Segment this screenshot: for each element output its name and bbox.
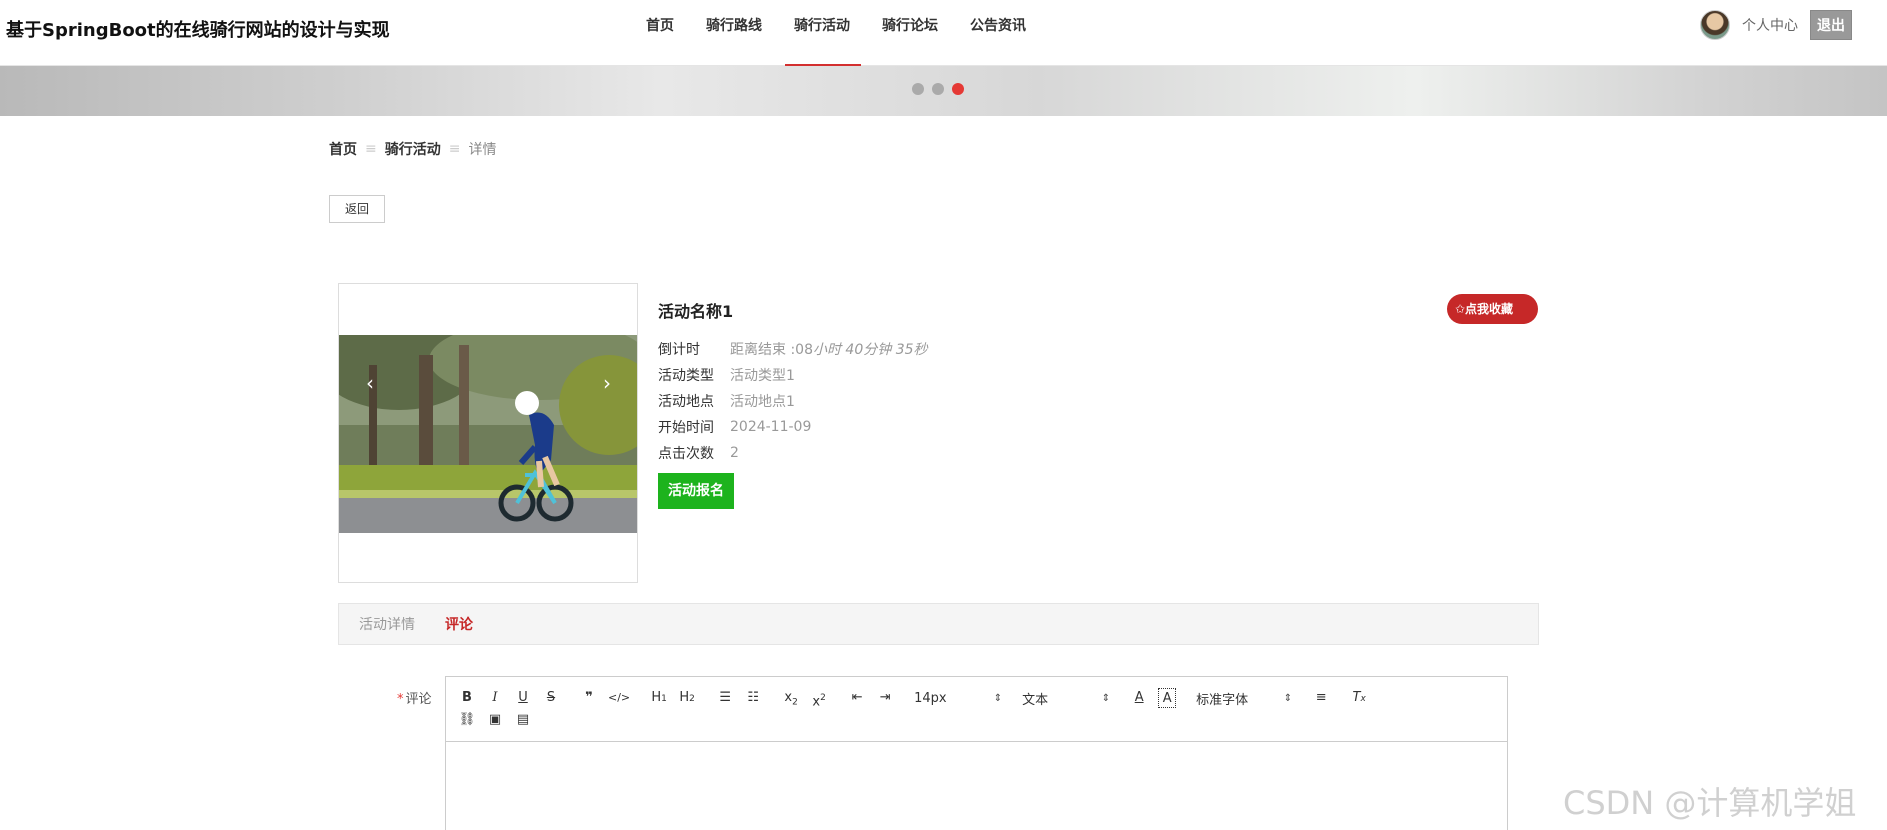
chevron-left-icon[interactable]: ‹ xyxy=(361,372,379,394)
banner-carousel xyxy=(0,66,1887,116)
nav-item-forum[interactable]: 骑行论坛 xyxy=(866,0,954,66)
click-count-value: 2 xyxy=(730,445,739,461)
font-size-select[interactable]: 14px ⇕ xyxy=(914,691,1002,706)
toolbar-row-1: B I U S ❞ </> H1 H2 ☰ ☷ x2 x2 ⇤ ⇥ 14px ⇕ … xyxy=(458,687,1495,709)
background-color-icon[interactable]: A xyxy=(1158,688,1177,708)
user-center-link[interactable]: 个人中心 xyxy=(1742,15,1798,35)
editor-toolbar: B I U S ❞ </> H1 H2 ☰ ☷ x2 x2 ⇤ ⇥ 14px ⇕ … xyxy=(446,677,1507,742)
strikethrough-icon[interactable]: S xyxy=(542,688,560,708)
carousel-dot[interactable] xyxy=(912,83,924,95)
required-mark: * xyxy=(397,692,404,707)
activity-attributes: 倒计时 距离结束 :08 小时 40分钟 35秒 活动类型 活动类型1 活动地点… xyxy=(658,336,1538,466)
comment-label: * 评论 xyxy=(397,688,432,707)
comment-label-text: 评论 xyxy=(405,692,432,707)
heading-2-icon[interactable]: H2 xyxy=(678,688,696,708)
link-icon[interactable]: ⛓ xyxy=(458,710,476,730)
nav-item-routes[interactable]: 骑行路线 xyxy=(690,0,778,66)
activity-type-value: 活动类型1 xyxy=(730,368,795,384)
font-size-value: 14px xyxy=(914,690,947,706)
nav-item-notices[interactable]: 公告资讯 xyxy=(954,0,1042,66)
font-family-value: 标准字体 xyxy=(1196,692,1249,708)
bold-icon[interactable]: B xyxy=(458,688,476,708)
activity-location-value: 活动地点1 xyxy=(730,394,795,410)
comment-rich-text-editor: B I U S ❞ </> H1 H2 ☰ ☷ x2 x2 ⇤ ⇥ 14px ⇕ … xyxy=(445,676,1508,830)
breadcrumb-current: 详情 xyxy=(468,142,497,158)
breadcrumb-activities[interactable]: 骑行活动 xyxy=(385,139,441,159)
italic-icon[interactable]: I xyxy=(486,688,504,708)
start-time-value: 2024-11-09 xyxy=(730,419,812,435)
indent-icon[interactable]: ⇥ xyxy=(876,688,894,708)
back-button[interactable]: 返回 xyxy=(329,195,385,223)
nav-item-home[interactable]: 首页 xyxy=(630,0,690,66)
chevron-right-icon[interactable]: › xyxy=(598,372,616,394)
activity-image xyxy=(339,335,637,533)
detail-tabs: 活动详情 评论 xyxy=(338,603,1539,645)
watermark: CSDN @计算机学姐 xyxy=(1563,784,1857,822)
breadcrumb-separator: ≡ xyxy=(448,141,461,157)
activity-title: 活动名称1 xyxy=(658,302,734,321)
outdent-icon[interactable]: ⇤ xyxy=(848,688,866,708)
activity-type-row: 活动类型 活动类型1 xyxy=(658,362,1538,388)
favorite-button[interactable]: ✩点我收藏(1) xyxy=(1447,294,1538,346)
subscript-icon[interactable]: x2 xyxy=(782,688,800,708)
logout-button[interactable]: 退出 xyxy=(1810,10,1852,40)
paragraph-type-select[interactable]: 文本 ⇕ xyxy=(1022,689,1110,708)
start-time-row: 开始时间 2024-11-09 xyxy=(658,414,1538,440)
breadcrumb-separator: ≡ xyxy=(365,141,377,157)
code-block-icon[interactable]: </> xyxy=(608,688,630,708)
underline-icon[interactable]: U xyxy=(514,688,532,708)
carousel-dot-active[interactable] xyxy=(952,83,964,95)
countdown-prefix: 距离结束 :08 xyxy=(730,342,813,358)
select-caret-icon: ⇕ xyxy=(993,692,1003,704)
align-icon[interactable]: ≡ xyxy=(1312,688,1330,708)
toolbar-row-2: ⛓ ▣ ▤ xyxy=(458,709,1495,731)
clear-format-icon[interactable]: Tx xyxy=(1350,688,1368,708)
main-nav: 首页 骑行路线 骑行活动 骑行论坛 公告资讯 xyxy=(630,0,1042,68)
heading-1-icon[interactable]: H1 xyxy=(650,688,668,708)
activity-location-row: 活动地点 活动地点1 xyxy=(658,388,1538,414)
video-icon[interactable]: ▤ xyxy=(514,710,532,730)
top-header: 基于SpringBoot的在线骑行网站的设计与实现 首页 骑行路线 骑行活动 骑… xyxy=(0,0,1887,68)
breadcrumb-home[interactable]: 首页 xyxy=(329,139,357,159)
nav-item-activities[interactable]: 骑行活动 xyxy=(778,0,866,68)
click-count-row: 点击次数 2 xyxy=(658,440,1538,466)
countdown-row: 倒计时 距离结束 :08 小时 40分钟 35秒 xyxy=(658,336,1538,362)
tab-comments[interactable]: 评论 xyxy=(445,614,473,634)
activity-location-label: 活动地点 xyxy=(658,394,714,410)
avatar[interactable] xyxy=(1700,10,1730,40)
user-area: 个人中心 退出 xyxy=(1700,10,1852,40)
click-count-label: 点击次数 xyxy=(658,446,714,462)
activity-type-label: 活动类型 xyxy=(658,368,714,384)
activity-image-gallery: ‹ › xyxy=(338,283,638,583)
font-family-select[interactable]: 标准字体 ⇕ xyxy=(1196,689,1292,708)
image-icon[interactable]: ▣ xyxy=(486,710,504,730)
ordered-list-icon[interactable]: ☰ xyxy=(716,688,734,708)
comment-editor-input[interactable] xyxy=(446,742,1507,830)
font-color-icon[interactable]: A xyxy=(1130,688,1148,708)
countdown-value: 小时 40分钟 35秒 xyxy=(812,342,928,358)
bullet-list-icon[interactable]: ☷ xyxy=(744,688,762,708)
carousel-indicators xyxy=(912,83,964,95)
superscript-icon[interactable]: x2 xyxy=(810,688,828,709)
select-caret-icon: ⇕ xyxy=(1101,692,1111,704)
carousel-dot[interactable] xyxy=(932,83,944,95)
paragraph-type-value: 文本 xyxy=(1022,692,1049,708)
tab-activity-details[interactable]: 活动详情 xyxy=(359,614,415,634)
breadcrumb: 首页 ≡ 骑行活动 ≡ 详情 xyxy=(329,139,496,159)
signup-button[interactable]: 活动报名 xyxy=(658,473,734,509)
start-time-label: 开始时间 xyxy=(658,420,714,436)
activity-info: 活动名称1 ✩点我收藏(1) 倒计时 距离结束 :08 小时 40分钟 35秒 … xyxy=(658,294,1538,509)
site-title: 基于SpringBoot的在线骑行网站的设计与实现 xyxy=(6,20,390,41)
blockquote-icon[interactable]: ❞ xyxy=(580,688,598,708)
select-caret-icon: ⇕ xyxy=(1283,692,1293,704)
countdown-label: 倒计时 xyxy=(658,342,700,358)
